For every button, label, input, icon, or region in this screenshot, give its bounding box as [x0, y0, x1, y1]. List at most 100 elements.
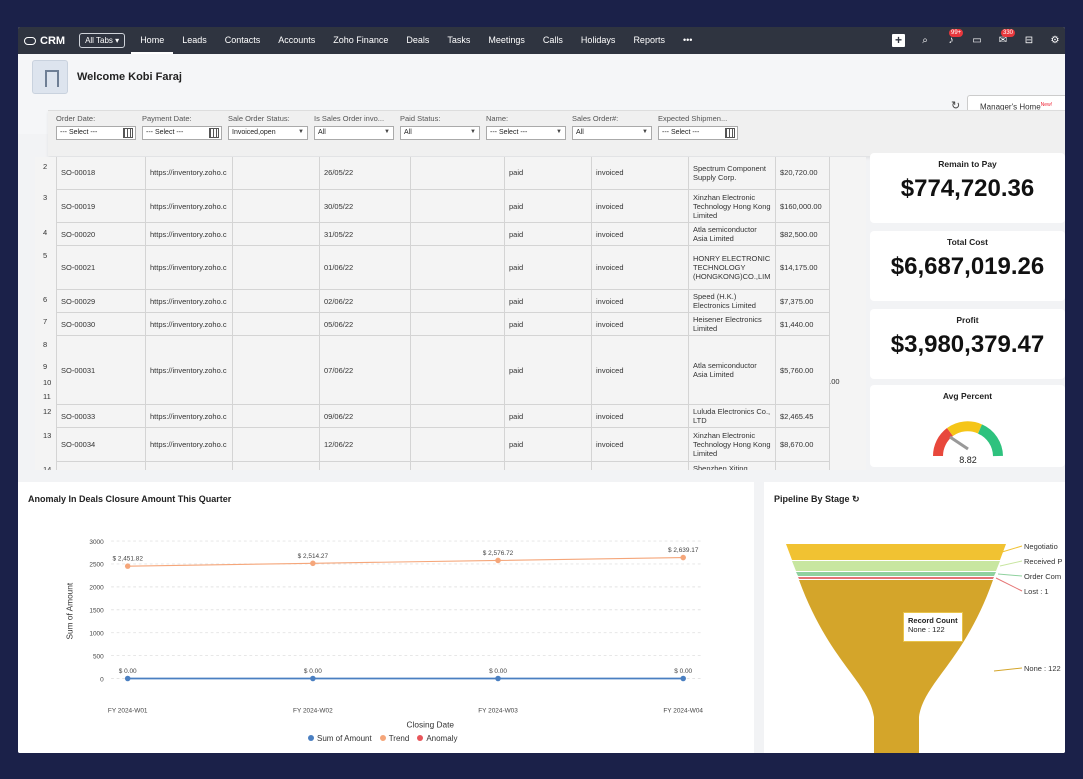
filter-label: Is Sales Order invo... [314, 114, 385, 123]
data-point[interactable] [124, 563, 131, 569]
create-plus-icon[interactable]: + [892, 34, 905, 47]
funnel-stage-negotiation[interactable] [786, 544, 1006, 560]
date-filter-input[interactable]: --- Select --- [56, 126, 136, 140]
funnel-stage-none[interactable] [799, 580, 993, 753]
nav-item-7[interactable]: Meetings [479, 27, 534, 54]
table-row[interactable]: SO-00031 https://inventory.zoho.c 07/06/22… [56, 335, 830, 405]
legend-item[interactable]: Anomaly [417, 734, 457, 743]
gauge-value: 8.82 [959, 455, 977, 463]
row-number: 14 [43, 465, 52, 470]
gauge-green-segment [977, 424, 1003, 457]
main-nav: Home Leads Contacts Accounts Zoho Finance Dea… [131, 27, 701, 54]
table-cell [410, 461, 505, 470]
nav-item-3[interactable]: Accounts [269, 27, 324, 54]
calendar-icon[interactable]: ▭ [971, 35, 983, 47]
nav-item-6[interactable]: Tasks [438, 27, 479, 54]
data-point[interactable] [124, 675, 131, 682]
nav-item-1[interactable]: Leads [173, 27, 216, 54]
table-row[interactable]: SO-00021 https://inventory.zoho.c 01/06/22… [56, 245, 830, 290]
funnel-stage-received[interactable] [792, 561, 1000, 571]
filter-value: --- Select --- [146, 129, 184, 136]
table-cell [232, 245, 320, 290]
table-row[interactable]: SO-00034 https://inventory.zoho.c 12/06/22… [56, 427, 830, 462]
table-cell: invoiced [591, 335, 689, 405]
gear-icon[interactable]: ⚙ [1049, 35, 1061, 47]
table-row[interactable]: SO-00018 https://inventory.zoho.c 26/05/22… [56, 157, 830, 190]
table-cell: 05/06/22 [319, 312, 411, 336]
table-row[interactable]: SO-00019 https://inventory.zoho.c 30/05/22… [56, 189, 830, 223]
table-cell: invoiced [591, 312, 689, 336]
sales-order-table: SO-00018 https://inventory.zoho.c 26/05/22… [56, 157, 830, 470]
nav-item-4[interactable]: Zoho Finance [324, 27, 397, 54]
nav-item-8[interactable]: Calls [534, 27, 572, 54]
table-cell: SO-00020 [56, 222, 146, 246]
nav-item-0[interactable]: Home [131, 27, 174, 54]
select-filter[interactable]: All ▼ [314, 126, 394, 140]
nav-item-10[interactable]: Reports [624, 27, 674, 54]
all-tabs-dropdown[interactable]: All Tabs ▾ [79, 33, 126, 48]
table-cell: 31/05/22 [319, 222, 411, 246]
data-point[interactable] [680, 554, 686, 561]
nav-item-5[interactable]: Deals [397, 27, 438, 54]
table-cell [232, 289, 320, 313]
filter-2: Sale Order Status: Invoiced,open ▼ [228, 114, 308, 156]
calendar-icon[interactable] [123, 128, 133, 138]
data-label: $ 2,576.72 [483, 550, 514, 557]
table-cell [232, 461, 320, 470]
inbox-icon[interactable]: ⊟ [1023, 35, 1035, 47]
table-cell: paid [504, 289, 592, 313]
data-label: $ 0.00 [489, 668, 507, 675]
data-point[interactable] [310, 560, 316, 567]
filter-0: Order Date: --- Select --- [56, 114, 136, 156]
bell-icon[interactable]: ♪ 99+ [945, 28, 964, 47]
filter-3: Is Sales Order invo... All ▼ [314, 114, 394, 156]
table-cell: SO-00033 [56, 404, 146, 428]
data-point[interactable] [680, 675, 686, 682]
top-nav-bar: CRM All Tabs ▾ Home Leads Contacts Accounts… [18, 27, 1065, 54]
row-number: 9 [43, 362, 48, 371]
funnel-stage-order[interactable] [796, 572, 996, 576]
data-label: $ 2,514.27 [298, 553, 329, 560]
table-cell: invoiced [591, 404, 689, 428]
data-label: $ 2,639.17 [668, 547, 699, 554]
kpi-card: Total Cost $6,687,019.26 [870, 231, 1065, 301]
select-filter[interactable]: --- Select --- ▼ [486, 126, 566, 140]
gauge-chart: 8.82 [933, 421, 1003, 463]
crm-logo[interactable]: CRM [24, 35, 65, 47]
data-point[interactable] [495, 675, 501, 682]
table-row[interactable]: SO-00033 https://inventory.zoho.c 09/06/22… [56, 404, 830, 428]
table-row[interactable]: SO-00020 https://inventory.zoho.c 31/05/22… [56, 222, 830, 246]
date-filter-input[interactable]: --- Select --- [658, 126, 738, 140]
select-filter[interactable]: All ▼ [572, 126, 652, 140]
calendar-icon[interactable] [209, 128, 219, 138]
data-point[interactable] [495, 557, 501, 564]
select-filter[interactable]: Invoiced,open ▼ [228, 126, 308, 140]
mail-icon[interactable]: ✉ 330 [997, 28, 1016, 47]
nav-item-2[interactable]: Contacts [216, 27, 270, 54]
table-cell: paid [504, 222, 592, 246]
legend-label: Sum of Amount [317, 734, 372, 743]
funnel-stage-lost[interactable] [798, 577, 994, 579]
table-cell: 01/06/22 [319, 245, 411, 290]
funnel-leader-line [1001, 545, 1023, 553]
table-row[interactable]: SO-00029 https://inventory.zoho.c 02/06/22… [56, 289, 830, 313]
calendar-icon[interactable] [725, 128, 735, 138]
funnel-leader-line [997, 573, 1023, 577]
row-number: 10 [43, 378, 52, 387]
table-cell [775, 461, 830, 470]
filter-5: Name: --- Select --- ▼ [486, 114, 566, 156]
y-tick-label: 3000 [89, 539, 104, 546]
date-filter-input[interactable]: --- Select --- [142, 126, 222, 140]
table-cell: invoiced [591, 157, 689, 190]
legend-item[interactable]: Sum of Amount [308, 734, 372, 743]
legend-item[interactable]: Trend [379, 734, 409, 743]
table-row[interactable]: SO-00030 https://inventory.zoho.c 05/06/22… [56, 312, 830, 336]
y-tick-label: 2000 [89, 585, 104, 592]
table-row[interactable]: Shenzhen Xiting [56, 461, 830, 470]
table-cell: paid [504, 245, 592, 290]
nav-item-9[interactable]: Holidays [572, 27, 625, 54]
search-icon[interactable]: ⌕ [919, 35, 931, 47]
nav-item-11[interactable]: ••• [674, 27, 701, 54]
select-filter[interactable]: All ▼ [400, 126, 480, 140]
data-point[interactable] [310, 675, 316, 682]
